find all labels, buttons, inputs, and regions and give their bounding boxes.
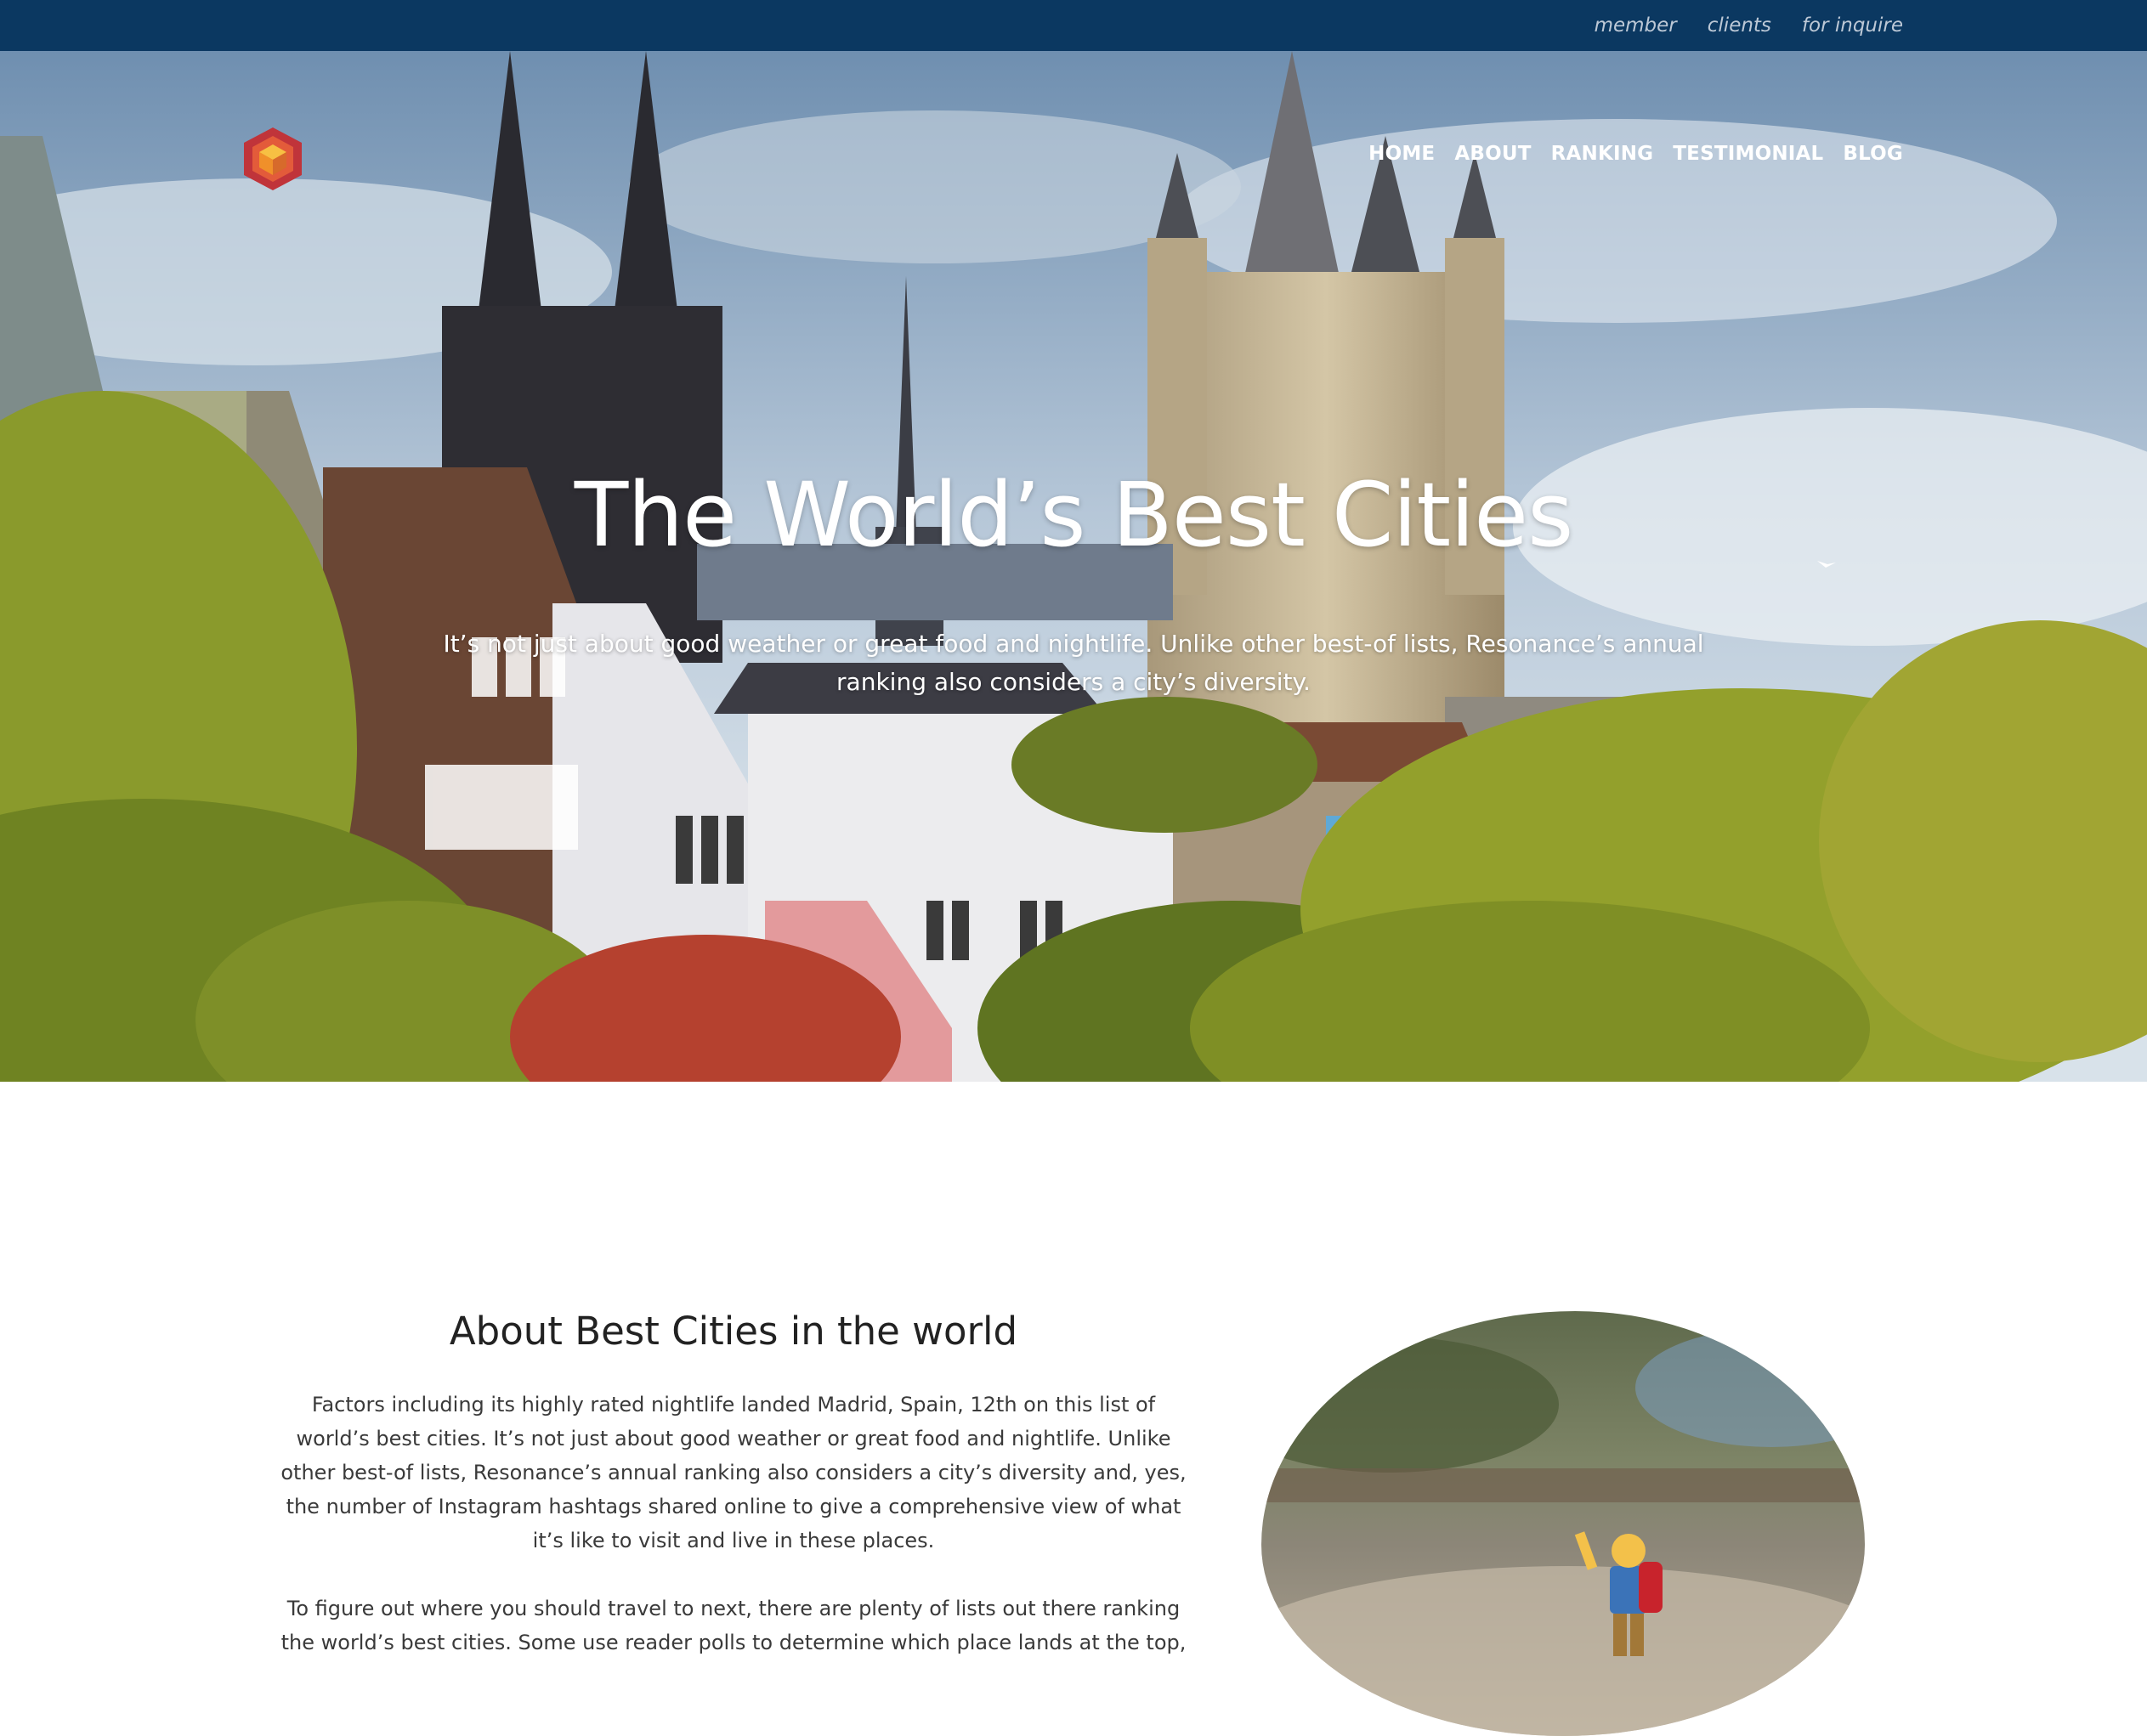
- nav-home[interactable]: HOME: [1368, 143, 1435, 165]
- hero-subtitle: It’s not just about good weather or grea…: [443, 630, 1704, 696]
- about-paragraph-2: To figure out where you should travel to…: [280, 1597, 1187, 1654]
- about-heading: About Best Cities in the world: [449, 1309, 1018, 1354]
- top-links: member clients for inquire: [1595, 0, 1903, 51]
- about-paragraph-1: Factors including its highly rated night…: [280, 1393, 1187, 1552]
- nav-blog[interactable]: BLOG: [1843, 143, 1903, 165]
- top-bar: member clients for inquire: [0, 0, 2147, 51]
- nav-about[interactable]: ABOUT: [1454, 143, 1531, 165]
- toy-figure-photo: [1261, 1311, 1865, 1736]
- nav-ranking[interactable]: RANKING: [1551, 143, 1654, 165]
- hero-section: HOME ABOUT RANKING TESTIMONIAL BLOG The …: [0, 51, 2147, 1082]
- main-nav: HOME ABOUT RANKING TESTIMONIAL BLOG: [1368, 143, 1903, 165]
- hero-title: The World’s Best Cities: [574, 463, 1574, 567]
- brand-logo[interactable]: [242, 126, 303, 192]
- about-section: About Best Cities in the world Factors i…: [280, 1309, 1187, 1660]
- top-link-member[interactable]: member: [1595, 14, 1677, 37]
- top-link-inquire[interactable]: for inquire: [1802, 14, 1903, 37]
- about-image: [1261, 1311, 1865, 1736]
- nav-testimonial[interactable]: TESTIMONIAL: [1673, 143, 1823, 165]
- top-link-clients[interactable]: clients: [1708, 14, 1771, 37]
